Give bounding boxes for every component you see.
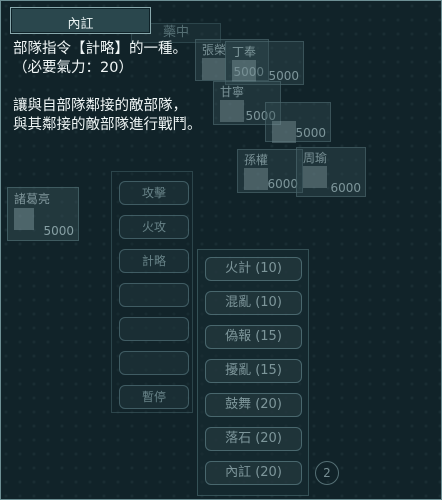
bg-strategy-option: 火計 (10) — [205, 257, 302, 281]
bg-left-unit-panel: 諸葛亮 5000 — [7, 187, 79, 241]
bg-command-button: 計略 — [119, 249, 189, 273]
bg-command-button: 暫停 — [119, 385, 189, 409]
bg-command-button — [119, 283, 189, 307]
tab-neihong[interactable]: 內訌 — [10, 7, 151, 34]
bg-strategy-option: 偽報 (15) — [205, 325, 302, 349]
bg-command-button — [119, 351, 189, 375]
bg-command-button — [119, 317, 189, 341]
description-line: 與其鄰接的敵部隊進行戰鬥。 — [13, 117, 202, 133]
tooltip-description: 部隊指令【計略】的一種。 （必要氣力：20） 讓與自部隊鄰接的敵部隊， 與其鄰接… — [13, 40, 433, 135]
bg-command-button: 攻擊 — [119, 181, 189, 205]
dialog-window: 藥中 張榮5000 丁奉5000 甘寧5000 孫權6000 周瑜6000 50… — [0, 0, 442, 500]
bg-strategy-option: 混亂 (10) — [205, 291, 302, 315]
bg-strategy-option: 內訌 (20) — [205, 461, 302, 485]
bg-unit-card: 孫權 6000 — [237, 149, 303, 193]
bg-command-button: 火攻 — [119, 215, 189, 239]
bg-strategy-option: 鼓舞 (20) — [205, 393, 302, 417]
bg-help-badge: 2 — [315, 461, 339, 485]
bg-unit-card: 周瑜 6000 — [296, 147, 366, 197]
bg-strategy-option: 落石 (20) — [205, 427, 302, 451]
bg-strategy-option: 擾亂 (15) — [205, 359, 302, 383]
tab-label: 內訌 — [67, 17, 94, 32]
description-line: 部隊指令【計略】的一種。 — [13, 41, 187, 57]
description-line: （必要氣力：20） — [13, 60, 133, 76]
description-line: 讓與自部隊鄰接的敵部隊， — [13, 98, 187, 114]
